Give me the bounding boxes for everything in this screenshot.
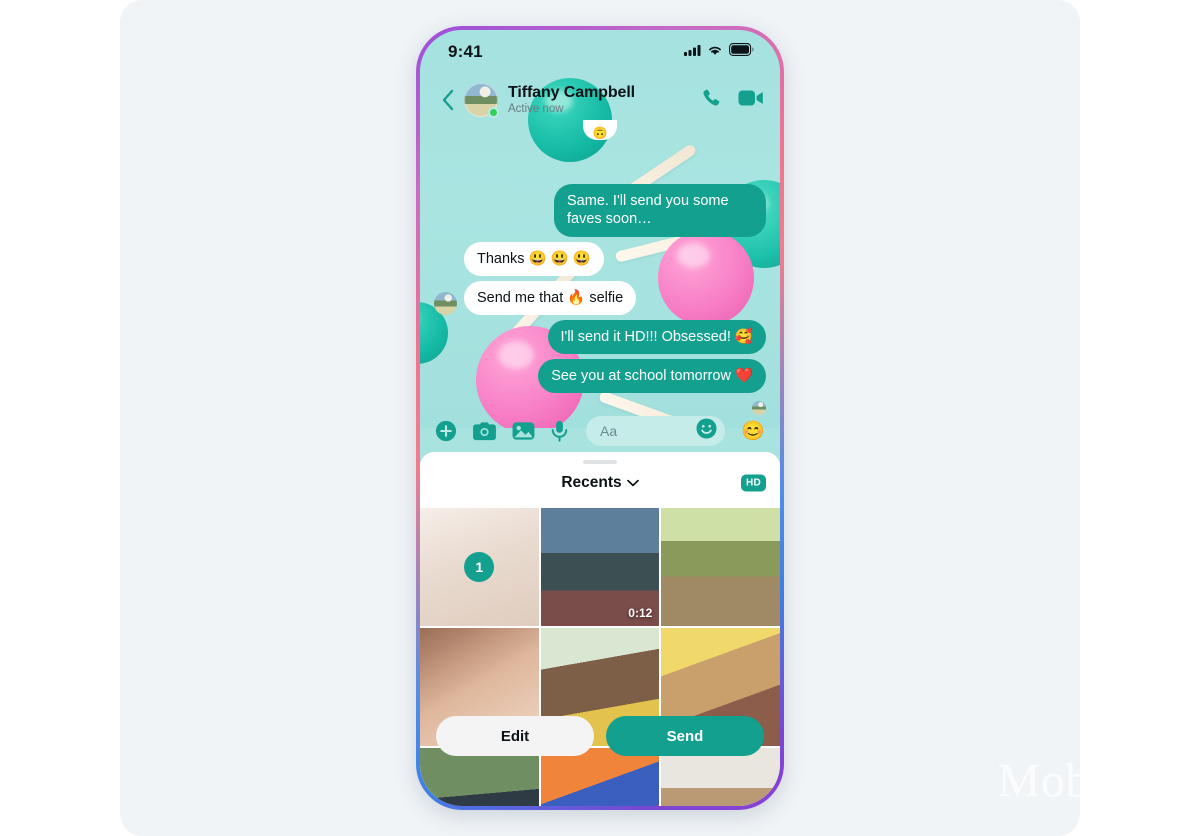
photo-cell-8[interactable] xyxy=(540,748,660,806)
status-bar: 9:41 xyxy=(420,30,780,74)
message-input-field[interactable]: Aa xyxy=(586,416,726,446)
sheet-action-buttons: Edit Send xyxy=(436,716,764,756)
message-bubble-outgoing[interactable]: I'll send it HD!!! Obsessed! 🥰 xyxy=(547,319,766,354)
message-list: 🙃 Same. I'll send you some faves soon… T… xyxy=(420,120,780,428)
phone-call-icon[interactable] xyxy=(700,87,722,114)
phone-screen: 9:41 Tiffany Campbell Active now 🙃 Same.… xyxy=(420,30,780,806)
battery-icon xyxy=(729,43,754,61)
photo-thumbnail xyxy=(661,508,780,626)
contact-avatar[interactable] xyxy=(464,83,499,118)
back-button[interactable] xyxy=(434,83,460,117)
message-bubble-incoming[interactable]: Send me that 🔥 selfie xyxy=(464,280,637,315)
photo-grid: 1 0:12 xyxy=(420,508,780,806)
message-bubble-incoming[interactable]: Thanks 😃 😃 😃 xyxy=(464,241,604,276)
phone-device-frame: 9:41 Tiffany Campbell Active now 🙃 Same.… xyxy=(416,26,784,810)
message-row: See you at school tomorrow ❤️ xyxy=(434,358,766,393)
photo-thumbnail xyxy=(540,748,660,806)
photo-cell-7[interactable] xyxy=(420,748,539,806)
video-camera-icon[interactable] xyxy=(738,88,764,113)
microphone-icon[interactable] xyxy=(551,420,568,442)
camera-icon[interactable] xyxy=(473,421,496,441)
message-row: I'll send it HD!!! Obsessed! 🥰 xyxy=(434,319,766,354)
chevron-down-icon xyxy=(626,479,639,487)
contact-info[interactable]: Tiffany Campbell Active now xyxy=(508,84,635,116)
plus-circle-icon[interactable] xyxy=(435,420,457,442)
send-button[interactable]: Send xyxy=(606,716,764,756)
chat-area: 9:41 Tiffany Campbell Active now 🙃 Same.… xyxy=(420,30,780,428)
chat-header: Tiffany Campbell Active now xyxy=(420,74,780,126)
photo-cell-2[interactable]: 0:12 xyxy=(540,508,660,626)
hd-quality-badge[interactable]: HD xyxy=(740,474,766,492)
photo-cell-1[interactable]: 1 xyxy=(420,508,539,626)
avatar-spacer xyxy=(434,253,457,276)
photo-picker-sheet: Recents HD 1 0:12 Edit Send xyxy=(420,452,780,806)
recents-label: Recents xyxy=(561,474,622,491)
status-bar-time: 9:41 xyxy=(448,42,483,61)
photo-cell-3[interactable] xyxy=(661,508,780,626)
smiley-face-icon[interactable] xyxy=(696,418,717,444)
wifi-icon xyxy=(707,43,723,61)
selection-badge: 1 xyxy=(464,552,495,582)
contact-name: Tiffany Campbell xyxy=(508,83,636,101)
sheet-header: Recents HD xyxy=(420,464,780,502)
online-status-dot xyxy=(488,107,499,118)
photo-thumbnail xyxy=(661,748,780,806)
photo-gallery-icon[interactable] xyxy=(512,421,535,441)
message-bubble-outgoing[interactable]: See you at school tomorrow ❤️ xyxy=(538,358,766,393)
message-row: Thanks 😃 😃 😃 xyxy=(434,241,766,276)
message-row: Same. I'll send you some faves soon… xyxy=(434,184,766,237)
message-row: Send me that 🔥 selfie xyxy=(434,280,766,315)
status-bar-icons xyxy=(684,43,754,61)
message-bubble-outgoing[interactable]: Same. I'll send you some faves soon… xyxy=(554,184,766,237)
message-input-placeholder: Aa xyxy=(600,423,618,439)
photo-cell-9[interactable] xyxy=(661,748,780,806)
contact-status: Active now xyxy=(508,103,564,116)
mobgsm-watermark: MobGsm xyxy=(997,754,1182,807)
message-composer: Aa 😊 xyxy=(420,410,780,452)
sticker-button[interactable]: 😊 xyxy=(741,422,765,441)
cellular-signal-icon xyxy=(684,43,701,61)
photo-thumbnail xyxy=(420,748,539,806)
recents-source-dropdown[interactable]: Recents xyxy=(561,474,639,492)
sender-avatar xyxy=(434,291,457,315)
edit-button[interactable]: Edit xyxy=(436,716,594,756)
chevron-left-icon xyxy=(442,89,453,111)
header-actions xyxy=(700,87,764,114)
video-duration-label: 0:12 xyxy=(628,606,653,620)
